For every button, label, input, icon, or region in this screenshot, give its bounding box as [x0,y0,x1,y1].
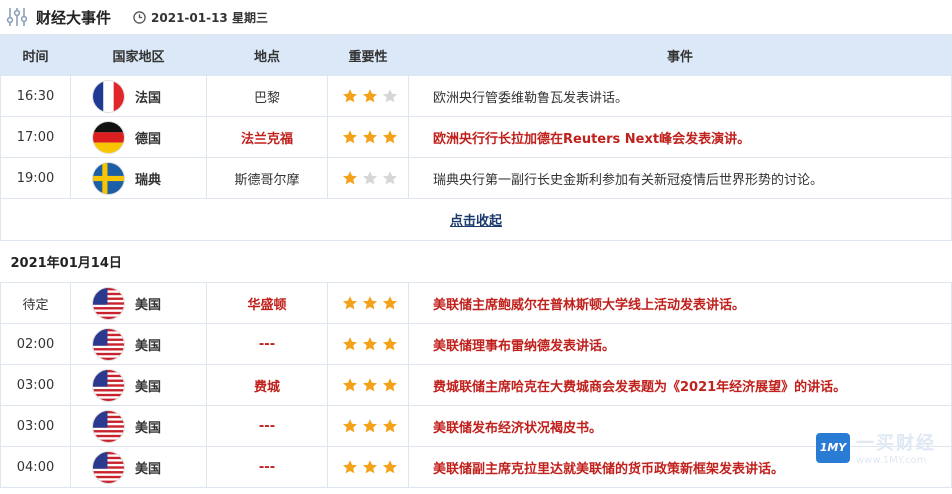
event-time: 19:00 [0,157,71,199]
france-flag-icon [93,80,124,112]
germany-flag-icon [93,121,124,153]
importance-stars [327,75,409,117]
event-row: 03:00 美国 --- 美联储发布经济状况褐皮书。 [0,405,952,447]
event-time: 03:00 [0,405,71,447]
event-row: 02:00 美国 --- 美联储理事布雷纳德发表讲话。 [0,323,952,365]
page-header: 财经大事件 2021-01-13 星期三 [0,0,952,34]
event-row: 16:30 法国 巴黎 欧洲央行管委维勒鲁瓦发表讲话。 [0,75,952,117]
date-group-row: 2021年01月14日 [0,240,952,283]
col-header-time: 时间 [0,34,71,76]
header-date: 2021-01-13 星期三 [151,10,268,25]
importance-stars [327,116,409,158]
event-time: 17:00 [0,116,71,158]
star-filled-icon [362,337,378,351]
events-table: 时间 国家地区 地点 重要性 事件 16:30 法国 巴黎 欧洲央行管委维勒鲁瓦发表讲… [0,34,952,488]
importance-stars [327,405,409,447]
event-time: 02:00 [0,323,71,365]
event-country: 美国 [135,461,162,477]
event-time: 03:00 [0,364,71,406]
collapse-link[interactable]: 点击收起 [450,214,502,229]
star-filled-icon [362,89,378,103]
event-place: --- [206,405,328,447]
event-description: 美联储理事布雷纳德发表讲话。 [408,323,952,365]
star-filled-icon [382,419,398,433]
event-description: 瑞典央行第一副行长史金斯利参加有关新冠疫情后世界形势的讨论。 [408,157,952,199]
star-filled-icon [342,419,358,433]
importance-stars [327,157,409,199]
event-row: 04:00 美国 --- 美联储副主席克拉里达就美联储的货币政策新框架发表讲话。 [0,446,952,488]
importance-stars [327,364,409,406]
event-country: 美国 [135,338,162,354]
event-country: 美国 [135,420,162,436]
event-description: 美联储主席鲍威尔在普林斯顿大学线上活动发表讲话。 [408,282,952,324]
star-filled-icon [382,337,398,351]
star-filled-icon [362,296,378,310]
event-description: 欧洲央行行长拉加德在Reuters Next峰会发表演讲。 [408,116,952,158]
event-row: 19:00 瑞典 斯德哥尔摩 瑞典央行第一副行长史金斯利参加有关新冠疫情后世界形势的讨… [0,157,952,199]
star-filled-icon [342,337,358,351]
usa-flag-icon [93,451,124,483]
col-header-event: 事件 [408,34,952,76]
usa-flag-icon [93,369,124,401]
clock-icon [133,10,146,24]
star-empty-icon [382,171,398,185]
event-place: --- [206,323,328,365]
star-filled-icon [362,378,378,392]
watermark-logo: 1MY [816,432,850,463]
usa-flag-icon [93,287,124,319]
star-filled-icon [382,296,398,310]
event-row: 03:00 美国 费城 费城联储主席哈克在大费城商会发表题为《2021年经济展望》的讲… [0,364,952,406]
star-filled-icon [342,378,358,392]
event-country: 美国 [135,379,162,395]
star-filled-icon [342,296,358,310]
event-place: --- [206,446,328,488]
event-country: 瑞典 [135,172,162,188]
event-time: 04:00 [0,446,71,488]
star-filled-icon [362,130,378,144]
star-filled-icon [342,89,358,103]
star-filled-icon [382,378,398,392]
event-row: 17:00 德国 法兰克福 欧洲央行行长拉加德在Reuters Next峰会发表演讲。 [0,116,952,158]
watermark-name: 一买财经 [856,433,936,454]
table-header-row: 时间 国家地区 地点 重要性 事件 [0,34,952,76]
event-place: 斯德哥尔摩 [206,157,328,199]
event-place: 华盛顿 [206,282,328,324]
watermark: 1MY 一买财经 www.1MY.com [816,429,936,466]
event-description: 费城联储主席哈克在大费城商会发表题为《2021年经济展望》的讲话。 [408,364,952,406]
col-header-country: 国家地区 [70,34,207,76]
collapse-row: 点击收起 [0,198,952,241]
event-country: 美国 [135,297,162,313]
date-group-label: 2021年01月14日 [0,240,952,283]
importance-stars [327,446,409,488]
sweden-flag-icon [93,162,124,194]
star-filled-icon [342,460,358,474]
usa-flag-icon [93,410,124,442]
star-filled-icon [382,130,398,144]
event-country: 德国 [135,131,162,147]
star-filled-icon [342,130,358,144]
col-header-place: 地点 [206,34,328,76]
event-place: 费城 [206,364,328,406]
page-title: 财经大事件 [36,8,112,27]
importance-stars [327,323,409,365]
watermark-url: www.1MY.com [856,455,927,466]
star-empty-icon [382,89,398,103]
star-empty-icon [362,171,378,185]
event-time: 16:30 [0,75,71,117]
star-filled-icon [362,419,378,433]
star-filled-icon [342,171,358,185]
event-time: 待定 [0,282,71,324]
event-row: 待定 美国 华盛顿 美联储主席鲍威尔在普林斯顿大学线上活动发表讲话。 [0,282,952,324]
star-filled-icon [382,460,398,474]
usa-flag-icon [93,328,124,360]
event-place: 法兰克福 [206,116,328,158]
event-country: 法国 [135,90,162,106]
star-filled-icon [362,460,378,474]
col-header-importance: 重要性 [327,34,409,76]
event-description: 欧洲央行管委维勒鲁瓦发表讲话。 [408,75,952,117]
event-place: 巴黎 [206,75,328,117]
importance-stars [327,282,409,324]
filter-icon [6,8,28,26]
